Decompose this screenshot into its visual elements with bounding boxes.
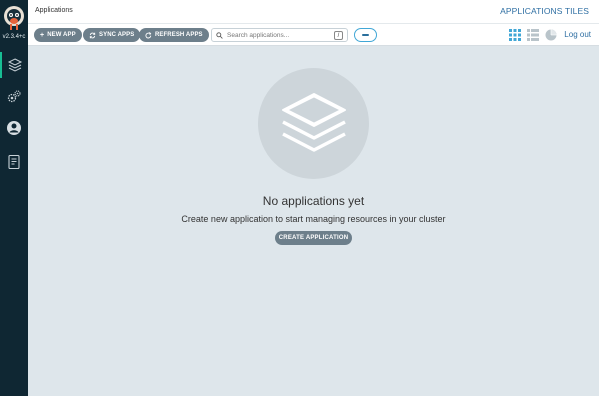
list-view-icon[interactable] (527, 29, 539, 41)
sidebar-item-user-info[interactable] (0, 115, 28, 141)
argo-logo[interactable] (2, 4, 26, 32)
sync-apps-button[interactable]: SYNC APPS (83, 28, 141, 42)
empty-state-title: No applications yet (262, 194, 365, 208)
logout-link[interactable]: Log out (564, 30, 591, 39)
search-icon (216, 31, 223, 39)
user-circle-icon (7, 121, 21, 135)
create-application-button[interactable]: CREATE APPLICATION (275, 231, 352, 245)
refresh-icon (145, 31, 152, 38)
page-title: Applications (35, 7, 73, 14)
layers-icon (7, 58, 23, 72)
sidebar: v2.3.4+c (0, 0, 28, 396)
toolbar: + NEW APP SYNC APPS REFRESH APPS / (28, 24, 599, 46)
main-content: No applications yet Create new applicati… (28, 46, 599, 396)
gears-icon (7, 90, 21, 103)
sync-apps-label: SYNC APPS (99, 32, 135, 38)
top-bar: Applications APPLICATIONS TILES (28, 0, 599, 24)
new-app-button[interactable]: + NEW APP (34, 28, 82, 42)
pie-chart-view-icon[interactable] (545, 29, 557, 41)
minus-icon (362, 33, 369, 37)
plus-icon: + (40, 31, 45, 39)
filter-toggle-button[interactable] (354, 28, 377, 42)
sync-icon (89, 32, 96, 38)
view-title: APPLICATIONS TILES (500, 6, 589, 16)
sidebar-item-applications[interactable] (0, 52, 28, 78)
tiles-view-icon[interactable] (509, 29, 521, 41)
docs-icon (8, 154, 20, 170)
version-label: v2.3.4+c (2, 34, 26, 40)
sidebar-item-documentation[interactable] (0, 149, 28, 175)
empty-state-subtitle: Create new application to start managing… (181, 214, 446, 224)
search-box[interactable]: / (211, 28, 348, 42)
layers-icon (281, 92, 346, 152)
sidebar-item-settings[interactable] (0, 84, 28, 110)
empty-state-illustration (258, 68, 369, 179)
search-input[interactable] (227, 31, 331, 39)
refresh-apps-label: REFRESH APPS (155, 32, 203, 38)
new-app-label: NEW APP (47, 32, 76, 38)
search-shortcut-hint: / (334, 31, 343, 40)
refresh-apps-button[interactable]: REFRESH APPS (139, 28, 209, 42)
